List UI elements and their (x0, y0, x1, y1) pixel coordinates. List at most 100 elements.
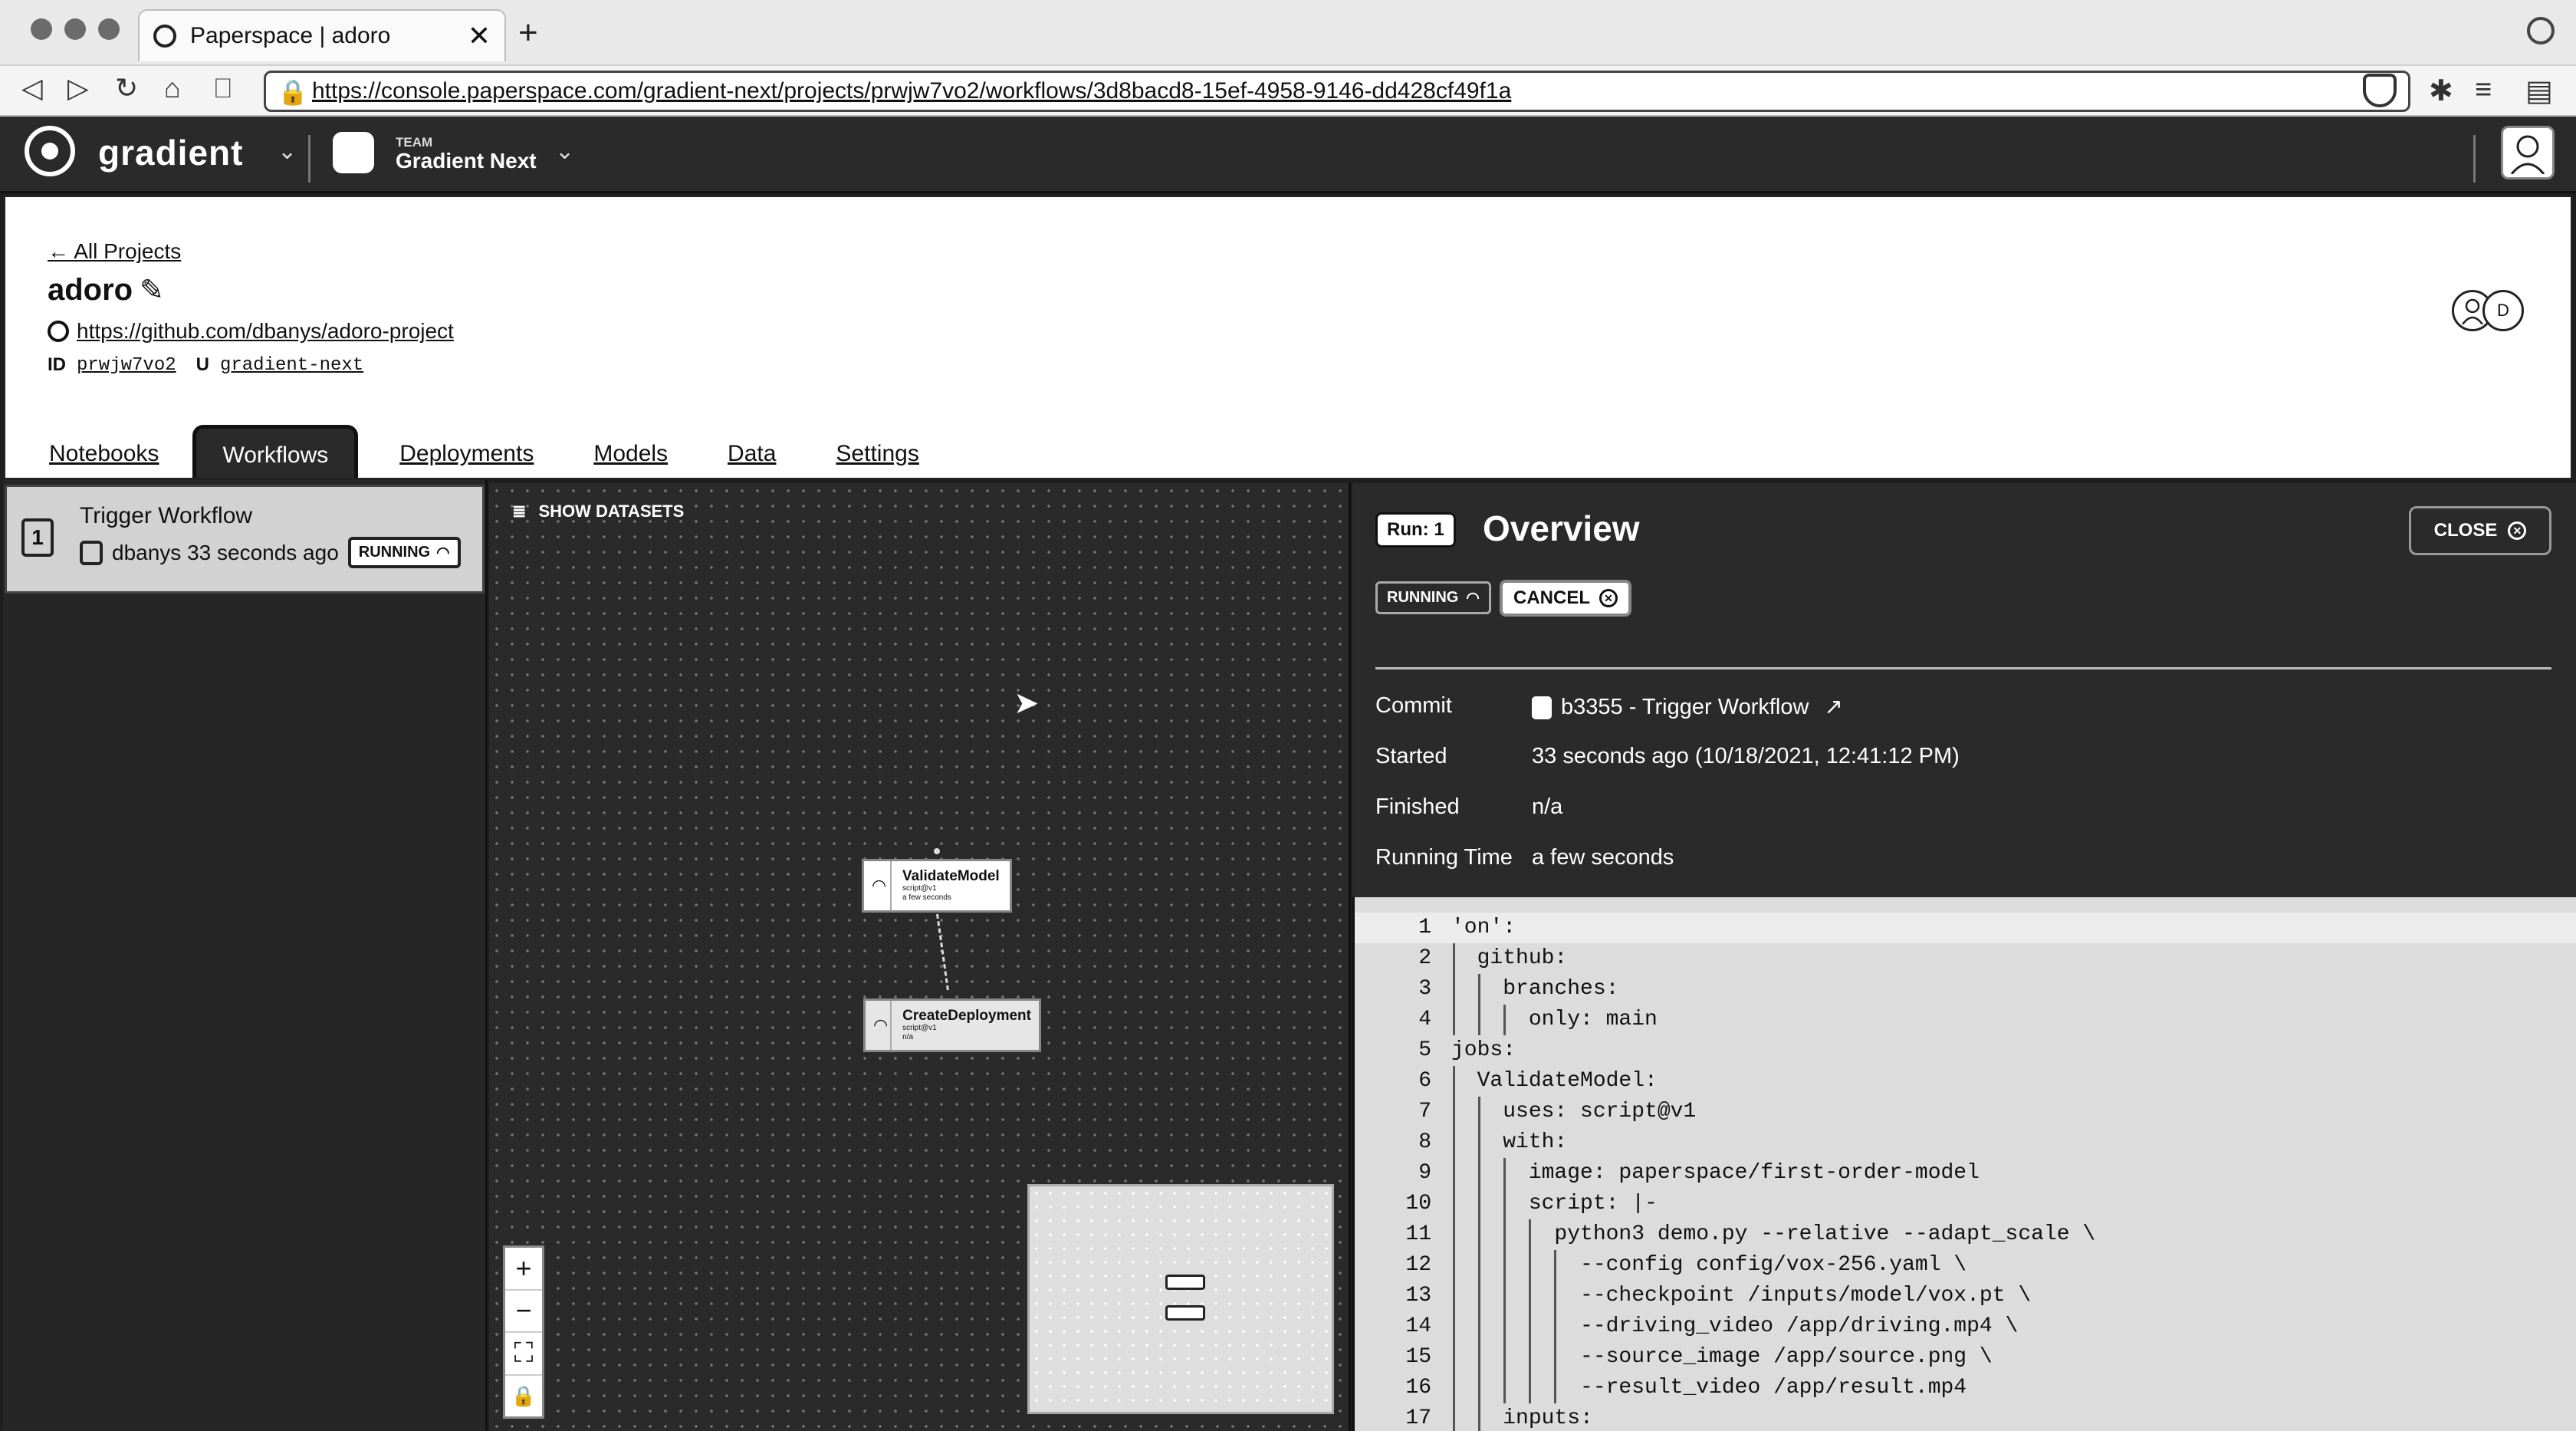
browser-tab[interactable]: Paperspace | adoro ✕ (138, 9, 506, 61)
forward-icon[interactable]: ▷ (67, 72, 89, 104)
indent-guide (1478, 1189, 1480, 1219)
new-tab-icon[interactable]: + (518, 14, 538, 52)
tab-deployments[interactable]: Deployments (389, 429, 544, 478)
node-handle[interactable] (934, 848, 940, 854)
graph-minimap[interactable] (1027, 1184, 1334, 1414)
brave-shield-icon[interactable] (2363, 74, 2397, 107)
project-meta: ID prwjw7vo2 U gradient-next (48, 354, 363, 376)
window-minimize-button[interactable] (64, 18, 86, 40)
line-number: 6 (1418, 1069, 1431, 1093)
status-badge: RUNNING ◠ (1375, 581, 1491, 614)
code-line: 15 --source_image /app/source.png \ (1355, 1342, 2576, 1373)
team-avatar[interactable] (333, 132, 374, 173)
code-line: 8 with: (1355, 1127, 2576, 1158)
workflow-spec-code-panel[interactable]: 1'on': 2 github: 3 branches: 4 only: main 5 j… (1352, 897, 2576, 1431)
project-tabs: Notebooks Workflows Deployments Models D… (38, 425, 968, 478)
job-node-create-deployment[interactable]: ◠ CreateDeployment script@v1 n/a (863, 998, 1041, 1052)
tab-workflows[interactable]: Workflows (192, 425, 359, 478)
indent-guide (1453, 1189, 1455, 1219)
indent-guide (1453, 1219, 1455, 1250)
indent-guide (1478, 1342, 1480, 1373)
indent-guide (1554, 1311, 1556, 1342)
home-icon[interactable]: ⌂ (164, 72, 181, 104)
lock-icon: 🔒 (278, 78, 308, 106)
indent-guide (1478, 1373, 1480, 1403)
reading-list-icon[interactable]: ≡ (2475, 74, 2492, 107)
project-user[interactable]: gradient-next (220, 355, 363, 376)
fit-view-icon[interactable]: ⛶ (505, 1333, 542, 1376)
line-number: 4 (1418, 1008, 1431, 1031)
indent-guide (1503, 1158, 1506, 1189)
node-duration: a few seconds (902, 893, 951, 902)
line-number: 8 (1418, 1130, 1431, 1154)
cancel-button[interactable]: CANCEL ✕ (1500, 580, 1631, 617)
indent-guide (1478, 1250, 1480, 1281)
reload-icon[interactable]: ↻ (115, 72, 138, 104)
pencil-icon[interactable]: ✎ (140, 273, 164, 308)
header-divider-right (2473, 135, 2476, 183)
tab-models[interactable]: Models (583, 429, 678, 478)
user-label: U (196, 354, 209, 375)
node-duration: n/a (902, 1033, 914, 1041)
repo-url[interactable]: https://github.com/dbanys/adoro-project (77, 319, 454, 344)
overview-divider (1375, 667, 2551, 669)
line-number: 2 (1418, 946, 1431, 970)
run-title[interactable]: Trigger Workflow (80, 503, 252, 529)
code-text: --checkpoint /inputs/model/vox.pt \ (1451, 1284, 2032, 1308)
gradient-logo-text[interactable]: gradient (98, 132, 243, 173)
indent-guide (1478, 1127, 1480, 1158)
collaborator-avatars[interactable]: D (2452, 290, 2524, 331)
overview-title: Overview (1483, 508, 1640, 548)
workflow-runs-panel (3, 480, 488, 1431)
close-tab-icon[interactable]: ✕ (468, 20, 491, 52)
indent-guide (1503, 1250, 1506, 1281)
collaborator-initial-avatar[interactable]: D (2482, 290, 2524, 331)
run-status-badge: RUNNING ◠ (347, 537, 461, 568)
gradient-logo-icon[interactable] (25, 126, 75, 176)
node-title: ValidateModel (902, 868, 1000, 884)
all-projects-link[interactable]: ← All Projects (48, 239, 181, 264)
close-button[interactable]: CLOSE ✕ (2409, 506, 2551, 555)
line-number: 11 (1405, 1222, 1431, 1246)
extensions-icon[interactable]: ✱ (2429, 74, 2453, 108)
tab-data[interactable]: Data (717, 429, 787, 478)
wallet-icon[interactable]: ▤ (2525, 74, 2553, 108)
code-line: 17 inputs: (1355, 1403, 2576, 1431)
browser-menu-icon[interactable] (2527, 17, 2555, 44)
zoom-in-icon[interactable]: + (505, 1248, 542, 1291)
job-node-validate-model[interactable]: ◠ ValidateModel script@v1 a few seconds (862, 859, 1012, 913)
commit-link[interactable]: b3355 - Trigger Workflow ↗ (1532, 693, 1843, 720)
zoom-out-icon[interactable]: − (505, 1291, 542, 1333)
window-maximize-button[interactable] (98, 18, 120, 40)
external-link-icon[interactable]: ↗ (1825, 695, 1843, 719)
close-circle-icon: ✕ (2508, 521, 2527, 540)
tab-settings[interactable]: Settings (825, 429, 929, 478)
run-status-text: RUNNING (358, 544, 431, 561)
team-name[interactable]: Gradient Next (396, 149, 537, 173)
show-datasets-toggle[interactable]: ≣ SHOW DATASETS (512, 502, 684, 521)
code-text: 'on': (1451, 916, 1516, 939)
tab-notebooks[interactable]: Notebooks (38, 429, 169, 478)
indent-guide (1554, 1373, 1556, 1403)
detail-key-running-time: Running Time (1375, 845, 1513, 870)
lock-icon[interactable]: 🔒 (505, 1376, 542, 1417)
bookmark-icon[interactable]: ⎕ (215, 72, 232, 105)
indent-guide (1478, 1311, 1480, 1342)
code-text: github: (1451, 946, 1568, 970)
repo-link[interactable]: https://github.com/dbanys/adoro-project (48, 319, 454, 344)
indent-guide (1503, 1005, 1506, 1035)
back-icon[interactable]: ◁ (21, 72, 43, 104)
indent-guide (1478, 1403, 1480, 1431)
team-chevron-down-icon[interactable]: ⌄ (555, 138, 574, 165)
commit-value[interactable]: b3355 - Trigger Workflow (1561, 695, 1809, 719)
window-close-button[interactable] (31, 18, 52, 40)
project-id[interactable]: prwjw7vo2 (77, 355, 176, 376)
user-avatar[interactable] (2501, 126, 2555, 179)
url-input[interactable]: https://console.paperspace.com/gradient-… (264, 71, 2410, 112)
project-title: adoro (48, 273, 133, 307)
indent-guide (1453, 1311, 1455, 1342)
chevron-down-icon[interactable]: ⌄ (278, 138, 297, 165)
indent-guide (1503, 1373, 1506, 1403)
code-line: 9 image: paperspace/first-order-model (1355, 1158, 2576, 1189)
code-text: only: main (1451, 1008, 1658, 1031)
